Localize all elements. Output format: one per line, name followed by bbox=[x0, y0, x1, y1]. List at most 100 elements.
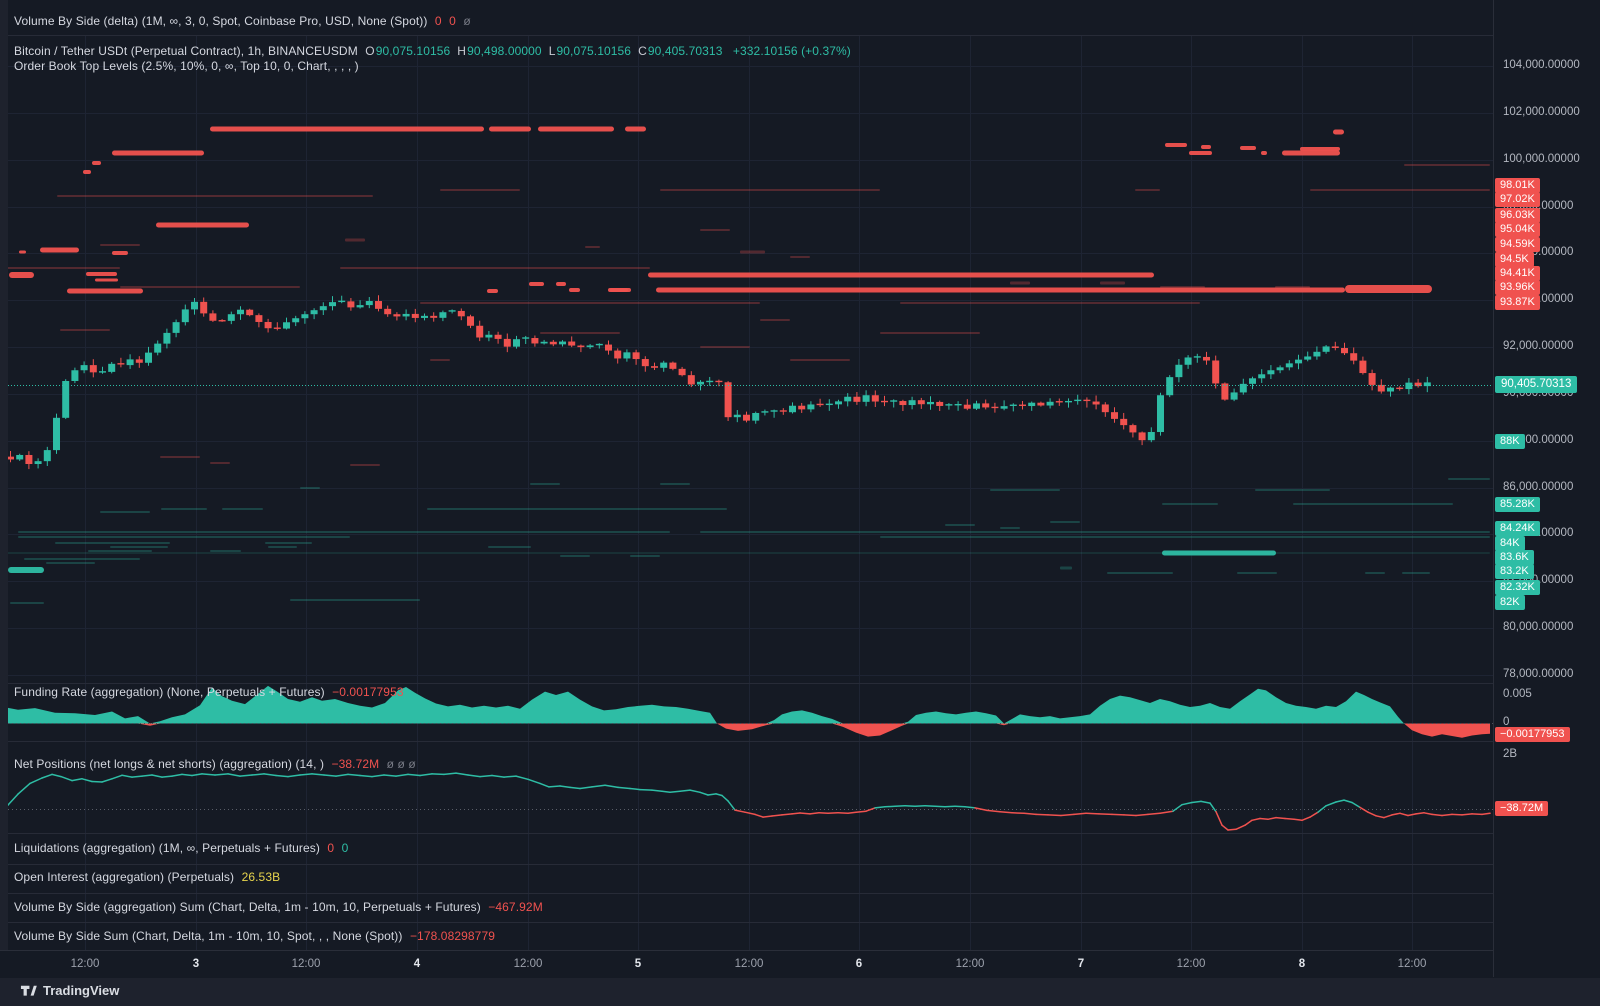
pane-legend-vbs-aggregation-sum: Volume By Side (aggregation) Sum (Chart,… bbox=[14, 900, 547, 914]
indicator-title[interactable]: Funding Rate (aggregation) (None, Perpet… bbox=[14, 685, 325, 699]
bid-price-chip: 83.6K bbox=[1495, 550, 1534, 565]
orderbook-ask-level bbox=[100, 244, 140, 246]
candle bbox=[541, 342, 548, 344]
candle bbox=[642, 359, 649, 366]
pane-divider[interactable] bbox=[0, 741, 1493, 742]
orderbook-bid-level bbox=[55, 542, 170, 544]
net-positions-line-segment bbox=[838, 813, 848, 814]
candle bbox=[1056, 401, 1063, 402]
net-positions-line-segment bbox=[1424, 813, 1432, 815]
orderbook-bid-level bbox=[18, 536, 350, 538]
indicator-title[interactable]: Volume By Side Sum (Chart, Delta, 1m - 1… bbox=[14, 929, 403, 943]
candle bbox=[853, 397, 860, 402]
net-positions-line-segment bbox=[61, 777, 72, 781]
orderbook-ask-level bbox=[340, 267, 650, 269]
net-positions-line-segment bbox=[456, 773, 468, 775]
candle bbox=[1313, 352, 1320, 357]
price-axis-tick: 92,000.00000 bbox=[1503, 340, 1573, 352]
net-positions-line-segment bbox=[276, 776, 288, 777]
candle bbox=[881, 401, 888, 402]
net-positions-line-segment bbox=[987, 810, 1000, 811]
net-positions-line-segment bbox=[30, 778, 42, 783]
indicator-title[interactable]: Volume By Side (delta) (1M, ∞, 3, 0, Spo… bbox=[14, 14, 427, 28]
orderbook-ask-level bbox=[529, 282, 544, 286]
indicator-title[interactable]: Volume By Side (aggregation) Sum (Chart,… bbox=[14, 900, 481, 914]
candle bbox=[495, 335, 502, 339]
net-positions-line-segment bbox=[1408, 814, 1416, 816]
candle bbox=[117, 363, 124, 364]
net-positions-line-segment bbox=[1236, 825, 1245, 829]
candle bbox=[1212, 361, 1219, 384]
orderbook-ask-level bbox=[57, 195, 373, 197]
candle bbox=[559, 342, 566, 345]
net-positions-line-segment bbox=[122, 775, 132, 777]
orderbook-bid-level bbox=[560, 555, 590, 557]
indicator-value: 0 bbox=[449, 14, 456, 28]
orderbook-ask-level bbox=[569, 288, 580, 292]
candle bbox=[1323, 346, 1330, 351]
net-positions-line-segment bbox=[722, 796, 728, 801]
candle bbox=[789, 406, 796, 412]
net-positions-line-segment bbox=[1344, 800, 1352, 802]
symbol-title[interactable]: Bitcoin / Tether USDt (Perpetual Contrac… bbox=[14, 44, 358, 58]
net-positions-line-segment bbox=[1124, 815, 1136, 816]
pane-divider[interactable] bbox=[0, 864, 1493, 865]
candle bbox=[393, 314, 400, 316]
net-positions-line-segment bbox=[312, 774, 324, 775]
candle bbox=[99, 371, 106, 372]
orderbook-ask-level bbox=[1100, 282, 1125, 285]
orderbook-bid-level bbox=[222, 508, 263, 510]
main-chart-svg[interactable] bbox=[0, 0, 1493, 977]
price-axis-tick: 78,000.00000 bbox=[1503, 668, 1573, 680]
candle bbox=[1378, 385, 1385, 392]
candle bbox=[1037, 403, 1044, 406]
candle bbox=[513, 339, 520, 346]
time-axis[interactable]: 12:00312:00412:00512:00612:00712:00812:0… bbox=[0, 950, 1493, 978]
tradingview-logo[interactable]: TradingView bbox=[20, 982, 119, 999]
candle bbox=[587, 345, 594, 347]
candle bbox=[44, 450, 51, 461]
bid-price-chip: 83.2K bbox=[1495, 564, 1534, 579]
pane-divider[interactable] bbox=[0, 833, 1493, 834]
net-positions-line-segment bbox=[1048, 815, 1061, 816]
candle bbox=[485, 335, 492, 338]
pane-legend-open-interest: Open Interest (aggregation) (Perpetuals)… bbox=[14, 870, 284, 884]
candle bbox=[1111, 412, 1118, 419]
candle bbox=[761, 411, 768, 412]
orderbook-ask-level bbox=[19, 251, 26, 254]
indicator-value: ø ø ø bbox=[387, 757, 416, 771]
pane-divider[interactable] bbox=[0, 35, 1493, 36]
net-positions-line-segment bbox=[252, 774, 264, 775]
indicator-title[interactable]: Open Interest (aggregation) (Perpetuals) bbox=[14, 870, 234, 884]
net-positions-line-segment bbox=[444, 773, 456, 774]
candle bbox=[798, 406, 805, 410]
pane-divider[interactable] bbox=[0, 893, 1493, 894]
net-positions-line-segment bbox=[662, 791, 670, 792]
net-positions-line-segment bbox=[420, 774, 432, 776]
net-positions-line-segment bbox=[828, 813, 838, 814]
candle bbox=[725, 382, 732, 417]
indicator-title[interactable]: Liquidations (aggregation) (1M, ∞, Perpe… bbox=[14, 841, 320, 855]
candle bbox=[1139, 432, 1146, 440]
funding-value-chip: −0.00177953 bbox=[1495, 727, 1570, 742]
net-positions-line-segment bbox=[1252, 819, 1260, 821]
indicator-title[interactable]: Net Positions (net longs & net shorts) (… bbox=[14, 757, 324, 771]
indicator-title[interactable]: Order Book Top Levels (2.5%, 10%, 0, ∞, … bbox=[14, 59, 359, 73]
price-axis[interactable]: 104,000.00000102,000.00000100,000.000009… bbox=[1493, 0, 1600, 977]
orderbook-bid-level bbox=[427, 508, 727, 510]
net-positions-line-segment bbox=[1210, 803, 1216, 812]
candle bbox=[743, 415, 750, 421]
orderbook-ask-level bbox=[556, 282, 566, 286]
pane-divider[interactable] bbox=[0, 922, 1493, 923]
net-positions-line-segment bbox=[18, 783, 30, 794]
candle bbox=[1065, 401, 1072, 402]
net-positions-line-segment bbox=[580, 787, 592, 789]
ask-price-chip: 96.03K bbox=[1495, 208, 1540, 223]
orderbook-bid-level bbox=[1402, 572, 1430, 574]
pane-divider[interactable] bbox=[0, 683, 1493, 684]
net-positions-line-segment bbox=[1061, 814, 1074, 815]
close-value: 90,405.70313 bbox=[648, 44, 723, 58]
net-positions-line-segment bbox=[480, 776, 492, 777]
candle bbox=[62, 381, 69, 418]
candle bbox=[439, 312, 446, 318]
